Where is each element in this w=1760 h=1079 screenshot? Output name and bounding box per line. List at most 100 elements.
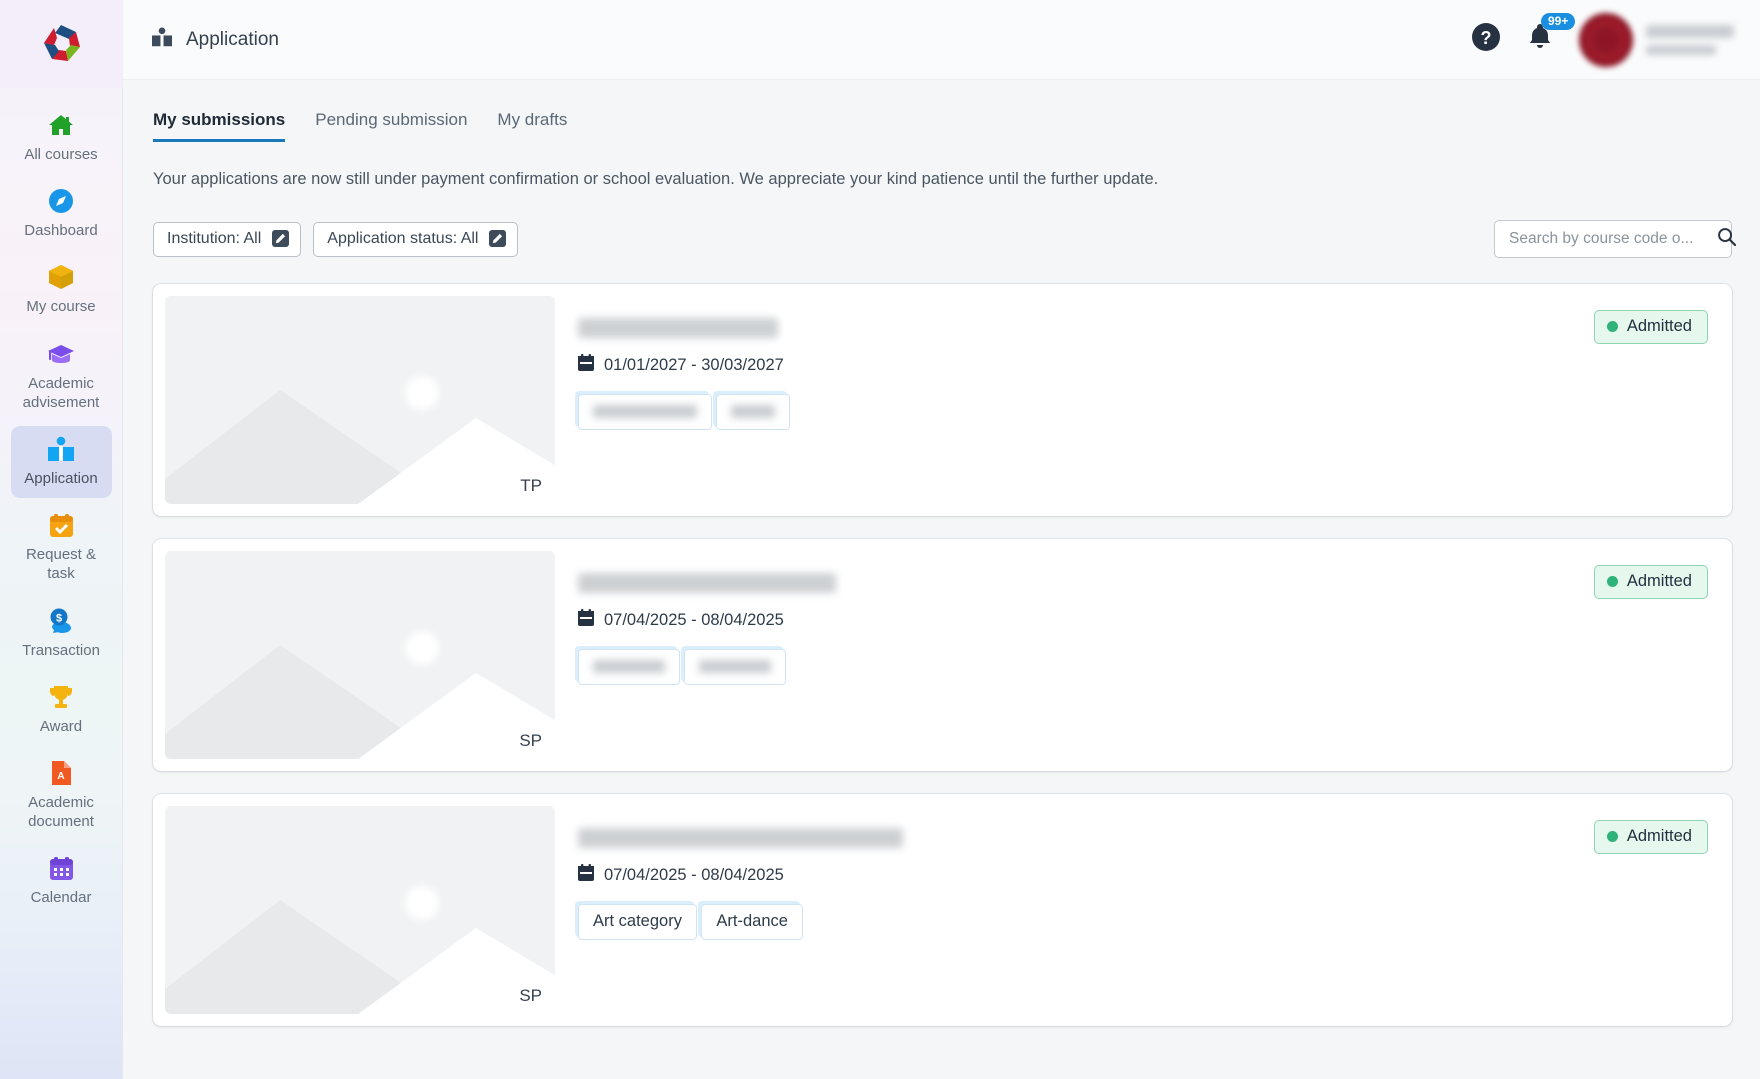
status-label: Admitted bbox=[1626, 827, 1692, 845]
pdf-file-icon: A bbox=[50, 759, 72, 787]
tab-my-drafts[interactable]: My drafts bbox=[497, 110, 567, 142]
filter-bar: Institution: All Application status: All bbox=[153, 189, 1737, 258]
main-area: Application ? 99+ My submissions Pending… bbox=[123, 0, 1760, 1079]
sidebar-item-label: Transaction bbox=[22, 641, 100, 659]
application-card[interactable]: SP 07/04/2025 - 08/04/2025 Art category bbox=[153, 794, 1732, 1026]
sidebar-item-transaction[interactable]: $ Transaction bbox=[11, 598, 112, 670]
search-icon[interactable] bbox=[1717, 227, 1737, 251]
tab-pending-submission[interactable]: Pending submission bbox=[315, 110, 467, 142]
application-dates-text: 07/04/2025 - 08/04/2025 bbox=[604, 865, 784, 884]
application-details: 01/01/2027 - 30/03/2027 bbox=[555, 296, 1720, 504]
status-badge: Admitted bbox=[1593, 820, 1708, 854]
sidebar-item-my-course[interactable]: My course bbox=[11, 254, 112, 326]
sidebar-nav: All courses Dashboard My course Academic… bbox=[0, 88, 123, 921]
compass-icon bbox=[48, 187, 74, 215]
status-badge: Admitted bbox=[1593, 310, 1708, 344]
user-info bbox=[1646, 24, 1734, 55]
application-dates-text: 07/04/2025 - 08/04/2025 bbox=[604, 610, 784, 629]
sidebar-item-calendar[interactable]: Calendar bbox=[11, 845, 112, 917]
svg-text:?: ? bbox=[1481, 28, 1492, 48]
avatar bbox=[1579, 12, 1633, 67]
sidebar-item-award[interactable]: Award bbox=[11, 674, 112, 746]
sidebar-item-dashboard[interactable]: Dashboard bbox=[11, 178, 112, 250]
calendar-icon bbox=[578, 609, 594, 631]
notification-count: 99+ bbox=[1541, 13, 1576, 30]
sun-shape bbox=[405, 376, 439, 410]
calendar-check-icon bbox=[49, 511, 74, 539]
sidebar-item-label: Award bbox=[39, 717, 83, 735]
tag-list bbox=[578, 649, 1720, 699]
svg-text:$: $ bbox=[55, 613, 61, 625]
course-tag bbox=[716, 394, 791, 430]
filter-institution[interactable]: Institution: All bbox=[153, 221, 302, 257]
status-dot-icon bbox=[1606, 321, 1618, 332]
help-circle-icon[interactable]: ? bbox=[1471, 22, 1501, 57]
sidebar: All courses Dashboard My course Academic… bbox=[0, 0, 123, 1079]
logo-icon bbox=[44, 25, 80, 61]
sidebar-item-label: My course bbox=[26, 298, 96, 316]
filter-application-status[interactable]: Application status: All bbox=[313, 221, 519, 257]
thumbnail-label: SP bbox=[519, 731, 542, 750]
sidebar-item-academic-document[interactable]: A Academic document bbox=[11, 750, 112, 841]
sidebar-item-label: All courses bbox=[24, 146, 98, 163]
sidebar-item-request-task[interactable]: Request & task bbox=[11, 502, 112, 593]
application-dates-text: 01/01/2027 - 30/03/2027 bbox=[604, 355, 784, 374]
course-title-redacted bbox=[578, 828, 903, 848]
status-label: Admitted bbox=[1626, 572, 1692, 590]
tag-list bbox=[578, 394, 1720, 444]
application-card[interactable]: SP 07/04/2025 - 08/04/2025 Admitted bbox=[153, 539, 1732, 771]
sidebar-item-academic-advisement[interactable]: Academic advisement bbox=[11, 331, 112, 422]
user-name-redacted bbox=[1646, 24, 1734, 38]
thumbnail-label: SP bbox=[519, 986, 542, 1005]
course-tag bbox=[578, 649, 680, 685]
search-box[interactable] bbox=[1494, 220, 1737, 258]
money-chat-icon: $ bbox=[48, 607, 75, 635]
sidebar-item-application[interactable]: Application bbox=[10, 425, 112, 499]
course-thumbnail: SP bbox=[165, 806, 555, 1014]
tab-my-submissions[interactable]: My submissions bbox=[153, 110, 286, 142]
course-tag: Art-dance bbox=[701, 904, 803, 940]
calendar-icon bbox=[49, 854, 74, 882]
svg-text:A: A bbox=[57, 771, 64, 782]
application-page: All courses Dashboard My course Academic… bbox=[0, 0, 1760, 1079]
status-badge: Admitted bbox=[1593, 565, 1708, 599]
status-dot-icon bbox=[1606, 831, 1618, 842]
sidebar-item-all-courses[interactable]: All courses bbox=[11, 102, 112, 174]
open-book-person-icon bbox=[47, 435, 75, 463]
application-details: 07/04/2025 - 08/04/2025 bbox=[555, 551, 1720, 759]
status-dot-icon bbox=[1606, 576, 1618, 587]
course-thumbnail: SP bbox=[165, 551, 555, 759]
content-area: My submissions Pending submission My dra… bbox=[123, 80, 1760, 1079]
sidebar-item-label: Academic document bbox=[28, 793, 94, 831]
application-dates: 07/04/2025 - 08/04/2025 bbox=[578, 609, 1720, 631]
application-details: 07/04/2025 - 08/04/2025 Art category Art… bbox=[555, 806, 1720, 1014]
box-icon bbox=[48, 263, 74, 291]
user-menu[interactable] bbox=[1579, 12, 1734, 67]
status-label: Admitted bbox=[1626, 317, 1692, 335]
application-card[interactable]: TP 01/01/2027 - 30/03/2027 Admitted bbox=[153, 284, 1732, 516]
calendar-icon bbox=[578, 864, 594, 886]
filter-institution-label: Institution: All bbox=[167, 229, 262, 247]
pencil-icon[interactable] bbox=[489, 230, 507, 247]
top-bar-actions: ? 99+ bbox=[1471, 12, 1734, 67]
sidebar-item-label: Academic advisement bbox=[22, 374, 100, 411]
application-dates: 01/01/2027 - 30/03/2027 bbox=[578, 354, 1720, 376]
institution-logo[interactable] bbox=[0, 0, 123, 88]
sidebar-item-label: Application bbox=[24, 469, 98, 487]
top-bar: Application ? 99+ bbox=[123, 0, 1760, 80]
submission-tabs: My submissions Pending submission My dra… bbox=[153, 80, 1732, 142]
sidebar-item-label: Request & task bbox=[25, 546, 97, 583]
sun-shape bbox=[405, 631, 439, 665]
notification-bell[interactable]: 99+ bbox=[1527, 13, 1576, 56]
filter-application-status-label: Application status: All bbox=[327, 229, 479, 247]
user-role-redacted bbox=[1646, 44, 1716, 55]
course-title-redacted bbox=[578, 573, 836, 593]
search-input[interactable] bbox=[1509, 229, 1709, 248]
tag-redacted bbox=[731, 405, 776, 419]
tag-redacted bbox=[593, 405, 697, 419]
course-tag bbox=[578, 394, 712, 430]
course-tag bbox=[684, 649, 787, 685]
tag-redacted bbox=[699, 660, 772, 674]
pencil-icon[interactable] bbox=[272, 230, 290, 247]
calendar-icon bbox=[578, 354, 594, 376]
